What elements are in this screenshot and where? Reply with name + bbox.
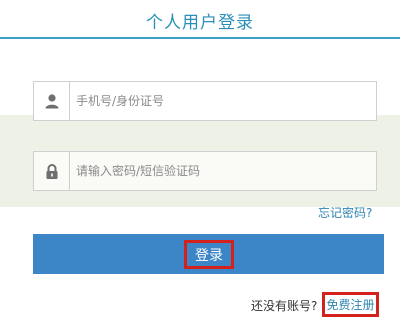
title-divider: [0, 37, 400, 39]
login-button[interactable]: [33, 234, 384, 274]
page-title: 个人用户登录: [146, 13, 254, 33]
username-field[interactable]: [33, 81, 377, 121]
username-input[interactable]: [76, 82, 372, 120]
password-input[interactable]: [76, 152, 372, 190]
register-link[interactable]: 免费注册: [322, 292, 379, 317]
user-icon: [34, 82, 70, 120]
lock-icon: [34, 152, 70, 190]
no-account-text: 还没有账号?: [251, 299, 318, 313]
forgot-password-link[interactable]: 忘记密码?: [318, 204, 372, 221]
password-field[interactable]: [33, 151, 377, 191]
